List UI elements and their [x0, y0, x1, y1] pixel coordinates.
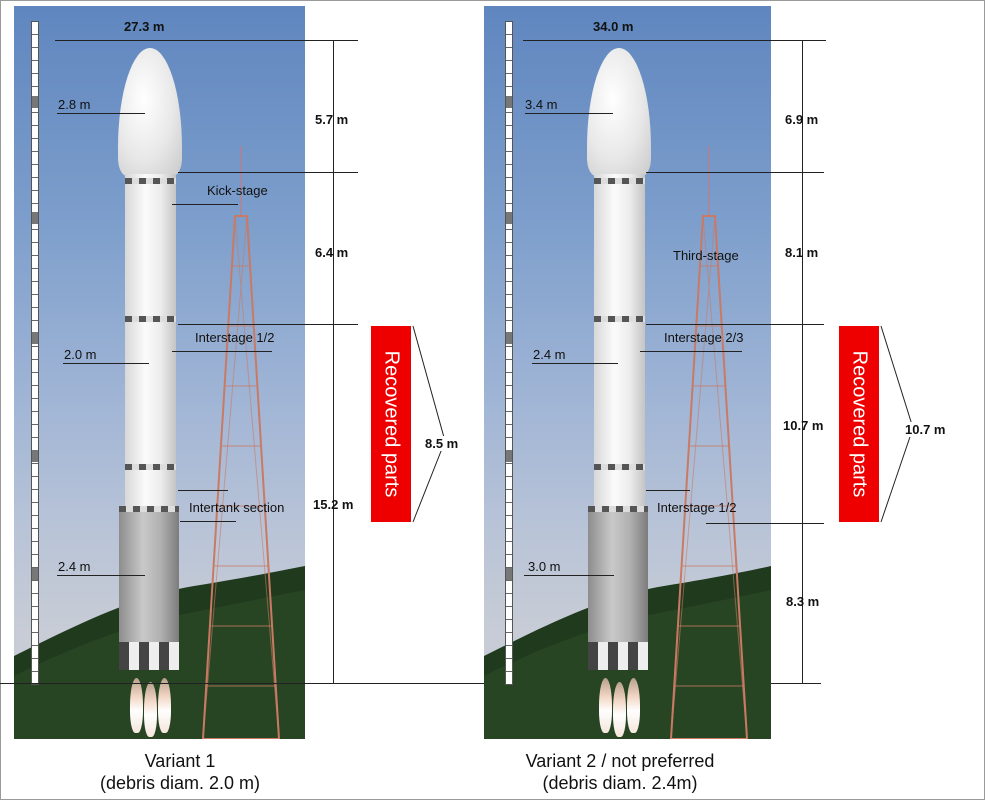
leader-line [172, 351, 272, 352]
leader-line [178, 490, 228, 491]
engine-plume [130, 678, 143, 733]
variant-1-launch-photo [14, 6, 305, 739]
diameter-label: 3.0 m [528, 559, 561, 574]
stage-length-label: 6.9 m [785, 112, 819, 127]
engine-plume [613, 682, 626, 737]
leader-line [646, 490, 690, 491]
rocket-band [588, 642, 648, 670]
rocket-band [125, 178, 176, 184]
rocket-upper-body [594, 174, 645, 512]
stage-boundary-line [706, 523, 824, 524]
recovered-parts-label: Recovered parts [848, 350, 871, 498]
leader-line [525, 113, 613, 114]
section-label: Kick-stage [207, 183, 268, 198]
height-dimension-line [333, 40, 334, 683]
launch-tower [201, 146, 281, 739]
top-reference-line [523, 40, 826, 41]
caption-subtitle: (debris diam. 2.0 m) [99, 773, 261, 793]
rocket-fairing [118, 48, 182, 176]
engine-plume [144, 682, 157, 737]
engine-plume [599, 678, 612, 733]
variant-2-launch-photo [484, 6, 771, 739]
rocket-upper-body [125, 174, 176, 512]
section-label: Intertank section [189, 500, 285, 515]
variant-2-scale-ruler [505, 21, 513, 685]
recovered-parts-box: Recovered parts [371, 326, 411, 522]
stage-length-label: 8.1 m [785, 245, 819, 260]
rocket-band [594, 316, 645, 322]
rocket-band [594, 178, 645, 184]
variant-1-scale-ruler [31, 21, 39, 685]
total-height-label: 34.0 m [593, 19, 634, 34]
stage-length-label: 15.2 m [313, 497, 354, 512]
section-label: Interstage 1/2 [657, 500, 737, 515]
stage-length-label: 10.7 m [783, 418, 824, 433]
height-dimension-line [802, 40, 803, 683]
variant-1-caption: Variant 1 (debris diam. 2.0 m) [80, 750, 280, 794]
leader-line [640, 351, 742, 352]
variant-2-caption: Variant 2 / not preferred (debris diam. … [510, 750, 730, 794]
stage-length-label: 5.7 m [315, 112, 349, 127]
rocket-band [125, 316, 176, 322]
diameter-label: 2.4 m [533, 347, 566, 362]
leader-line [63, 363, 149, 364]
recovered-parts-label: Recovered parts [380, 350, 403, 498]
leader-line [172, 204, 238, 205]
ground-reference-line [771, 683, 821, 684]
diameter-label: 2.4 m [58, 559, 91, 574]
recovered-length-label: 8.5 m [425, 436, 459, 451]
caption-title: Variant 2 / not preferred [525, 751, 715, 771]
rocket-band [119, 506, 179, 512]
stage-length-label: 8.3 m [786, 594, 820, 609]
section-label: Interstage 2/3 [664, 330, 744, 345]
rocket-band [588, 506, 648, 512]
rocket-first-stage [588, 512, 648, 642]
engine-plume [158, 678, 171, 733]
rocket-first-stage [119, 512, 179, 642]
leader-line [524, 575, 614, 576]
launch-tower [669, 146, 749, 739]
section-label: Interstage 1/2 [195, 330, 275, 345]
stage-boundary-line [178, 172, 358, 173]
leader-line [180, 521, 236, 522]
diameter-label: 3.4 m [525, 97, 558, 112]
leader-line [532, 363, 618, 364]
top-reference-line [55, 40, 358, 41]
section-label: Third-stage [673, 248, 739, 263]
stage-length-label: 6.4 m [315, 245, 349, 260]
caption-title: Variant 1 [144, 751, 216, 771]
ground-reference-line [0, 683, 484, 684]
leader-line [57, 113, 145, 114]
total-height-label: 27.3 m [124, 19, 165, 34]
stage-boundary-line [646, 324, 824, 325]
recovered-length-label: 10.7 m [905, 422, 946, 437]
diameter-label: 2.8 m [58, 97, 91, 112]
stage-boundary-line [178, 324, 358, 325]
rocket-band [594, 464, 645, 470]
diameter-label: 2.0 m [64, 347, 97, 362]
rocket-fairing [587, 48, 651, 176]
caption-subtitle: (debris diam. 2.4m) [542, 773, 698, 793]
stage-boundary-line [646, 172, 824, 173]
recovered-parts-box: Recovered parts [839, 326, 879, 522]
rocket-band [125, 464, 176, 470]
rocket-band [119, 642, 179, 670]
leader-line [57, 575, 145, 576]
engine-plume [627, 678, 640, 733]
